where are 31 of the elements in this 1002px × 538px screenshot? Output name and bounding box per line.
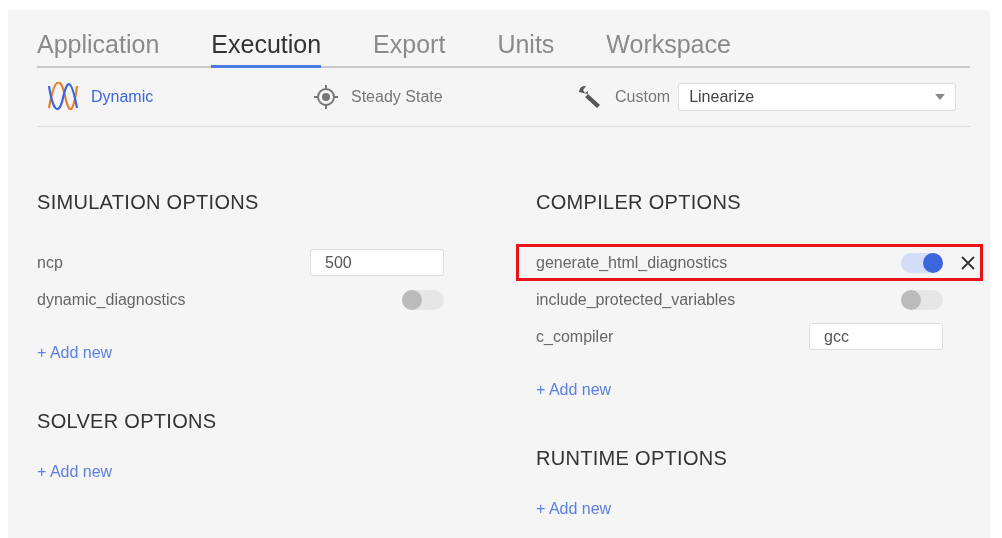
mode-option[interactable]: Dynamic <box>47 82 313 112</box>
wave-icon <box>47 82 79 112</box>
tab[interactable]: Application <box>37 30 160 68</box>
toggle-switch[interactable] <box>901 289 943 310</box>
add-new-link[interactable]: + Add new <box>536 500 612 518</box>
option-name: c_compiler <box>536 327 615 346</box>
toggle-switch[interactable] <box>901 252 943 273</box>
option-name: dynamic_diagnostics <box>37 290 187 309</box>
add-new-link[interactable]: + Add new <box>37 344 113 362</box>
custom-dropdown[interactable]: Linearize <box>678 83 957 111</box>
close-icon[interactable] <box>961 255 975 270</box>
add-new-link[interactable]: + Add new <box>536 381 612 399</box>
toggle-switch[interactable] <box>402 289 444 310</box>
section-heading: SOLVER OPTIONS <box>37 410 217 433</box>
add-new-link[interactable]: + Add new <box>37 463 113 481</box>
option-value-field[interactable]: 500 <box>310 249 444 276</box>
crosshair-icon <box>313 84 339 110</box>
option-name: include_protected_variables <box>536 290 737 309</box>
option-name: ncp <box>37 253 64 272</box>
section-heading: COMPILER OPTIONS <box>536 191 741 214</box>
section-heading: SIMULATION OPTIONS <box>37 191 259 214</box>
tab[interactable]: Units <box>497 30 555 68</box>
mode-option[interactable]: Custom <box>575 83 671 111</box>
section-heading: RUNTIME OPTIONS <box>536 447 728 470</box>
tab[interactable]: Execution <box>211 30 322 68</box>
option-value-field[interactable]: gcc <box>809 323 943 350</box>
mode-option[interactable]: Steady State <box>313 84 575 110</box>
tab[interactable]: Workspace <box>606 30 731 68</box>
caret-icon <box>935 94 946 100</box>
option-name: generate_html_diagnostics <box>536 253 729 272</box>
tab[interactable]: Export <box>373 30 446 68</box>
